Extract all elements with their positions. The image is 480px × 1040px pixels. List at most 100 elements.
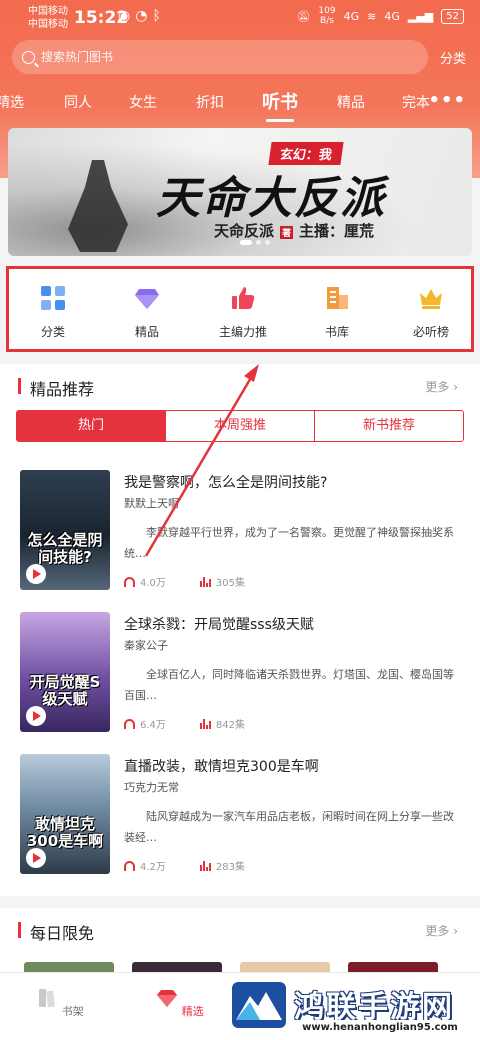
play-icon[interactable] — [26, 564, 46, 584]
quick-nav-editor-picks[interactable]: 主编力推 — [203, 285, 283, 340]
quick-nav-library[interactable]: 书库 — [297, 285, 377, 340]
banner-author-mark: 著 — [280, 225, 294, 239]
pager-dot — [256, 240, 261, 245]
book-cover[interactable]: 敢情坦克300是车啊 — [20, 754, 110, 874]
segment-hot[interactable]: 热门 — [17, 411, 166, 441]
promo-banner[interactable]: 玄幻：我 天命大反派 天命反派著主播：厘荒 — [8, 128, 472, 256]
eye-icon: ◉ — [118, 8, 136, 24]
more-link[interactable]: 更多 › — [425, 922, 458, 939]
pager-dot — [240, 240, 252, 245]
more-link[interactable]: 更多 › — [425, 378, 458, 395]
banner-title: 天命大反派 — [156, 173, 386, 224]
book-title: 我是警察啊，怎么全是阴间技能? — [124, 475, 328, 491]
free-book-thumbs — [24, 962, 438, 972]
nav-label: 书架 — [61, 1005, 84, 1018]
search-input[interactable] — [41, 50, 401, 64]
section-marker — [18, 378, 21, 394]
book-title: 全球杀戮：开局觉醒sss级天赋 — [124, 617, 314, 633]
listen-count: 4.0万 — [140, 578, 166, 589]
section-title: 每日限免 — [30, 924, 95, 943]
book-title: 直播改装，敢情坦克300是车啊 — [124, 759, 319, 775]
tab-female[interactable]: 女生 — [129, 92, 157, 112]
search-icon — [22, 50, 35, 64]
thumbs-up-icon — [232, 287, 255, 309]
tab-featured[interactable]: 精选 — [0, 92, 24, 112]
carrier-label: 中国移动 — [28, 19, 68, 30]
crown-icon — [420, 289, 442, 309]
segment-new[interactable]: 新书推荐 — [315, 411, 463, 441]
watermark-logo — [232, 982, 286, 1028]
tab-completed[interactable]: 完本 — [402, 92, 430, 112]
pager-dot — [265, 240, 270, 245]
segment-control: 热门 本周强推 新书推荐 — [16, 410, 464, 442]
chevron-right-icon: › — [453, 380, 458, 394]
book-thumb[interactable] — [240, 962, 330, 972]
play-icon[interactable] — [26, 848, 46, 868]
book-item[interactable]: 敢情坦克300是车啊 直播改装，敢情坦克300是车啊 巧克力无常 陆风穿越成为一… — [0, 754, 480, 878]
listen-count: 4.2万 — [140, 862, 166, 873]
site-watermark: 鸿联手游网 www.henanhonglian95.com — [228, 976, 476, 1036]
headphone-icon — [124, 576, 135, 587]
banner-pager — [240, 240, 270, 245]
alarm-icon: ◔ — [135, 8, 153, 24]
episode-count: 305集 — [215, 578, 245, 589]
signal-label: 4G — [343, 9, 360, 23]
diamond-icon — [135, 289, 159, 309]
featured-section: 精品推荐 更多 › 热门 本周强推 新书推荐 怎么全是阴间技能? 我是警察啊，怎… — [0, 364, 480, 896]
net-speed-value: 109 — [318, 6, 336, 16]
nav-label: 精选 — [181, 1005, 204, 1018]
book-meta: 4.0万 305集 — [124, 574, 245, 589]
nav-featured[interactable]: 精选 — [150, 987, 210, 1019]
listen-count: 6.4万 — [140, 720, 166, 731]
bookshelf-icon — [39, 989, 55, 1008]
mute-icon: 🔕︎ — [296, 9, 311, 23]
quick-nav-label: 书库 — [324, 325, 349, 339]
book-thumb[interactable] — [132, 962, 222, 972]
quick-nav-ranking[interactable]: 必听榜 — [391, 285, 471, 340]
category-link[interactable]: 分类 — [440, 48, 466, 67]
banner-author: 天命反派 — [214, 222, 275, 240]
search-bar[interactable] — [12, 40, 428, 74]
book-meta: 4.2万 283集 — [124, 858, 245, 873]
wifi-icon: ≋ — [367, 9, 377, 23]
nav-bookshelf[interactable]: 书架 — [30, 987, 90, 1019]
section-marker — [18, 922, 21, 938]
book-item[interactable]: 开局觉醒S级天赋 全球杀戮：开局觉醒sss级天赋 秦家公子 全球百亿人，同时降临… — [0, 612, 480, 736]
quick-nav-category[interactable]: 分类 — [13, 285, 93, 340]
tab-premium[interactable]: 精品 — [337, 92, 365, 112]
episode-count: 842集 — [215, 720, 245, 731]
cover-title: 开局觉醒S级天赋 — [29, 673, 101, 708]
headphone-icon — [124, 860, 135, 871]
net-speed-unit: B/s — [320, 16, 334, 26]
section-divider — [0, 896, 480, 908]
section-title: 精品推荐 — [30, 380, 95, 399]
grid-icon — [41, 286, 65, 310]
book-description: 陆风穿越成为一家汽车用品店老板，闲暇时间在网上分享一些改装经… — [124, 810, 454, 844]
book-thumb[interactable] — [348, 962, 438, 972]
bluetooth-icon: ᛒ — [152, 8, 166, 24]
play-icon[interactable] — [26, 706, 46, 726]
tab-fanfic[interactable]: 同人 — [64, 92, 92, 112]
carrier-info: 中国移动 中国移动 — [28, 5, 68, 31]
more-icon[interactable]: ••• — [428, 90, 466, 111]
book-author: 默默上天啊 — [124, 497, 179, 510]
daily-free-section: 每日限免 更多 › — [0, 908, 480, 972]
carrier-label: 中国移动 — [28, 6, 68, 17]
more-label: 更多 — [425, 924, 450, 938]
battery-icon: 52 — [441, 8, 464, 24]
episodes-icon — [199, 718, 211, 729]
building-icon — [327, 287, 348, 309]
status-bar: 中国移动 中国移动 15:22 ◉◔ᛒ 🔕︎ 109 B/s 4G ≋ 4G ▂… — [0, 0, 480, 36]
segment-weekly[interactable]: 本周强推 — [166, 411, 315, 441]
banner-credits: 天命反派著主播：厘荒 — [214, 220, 374, 241]
tab-audiobook[interactable]: 听书 — [262, 88, 298, 122]
quick-nav-premium[interactable]: 精品 — [107, 285, 187, 340]
book-author: 秦家公子 — [124, 639, 168, 652]
book-item[interactable]: 怎么全是阴间技能? 我是警察啊，怎么全是阴间技能? 默默上天啊 李默穿越平行世界… — [0, 470, 480, 594]
book-cover[interactable]: 怎么全是阴间技能? — [20, 470, 110, 590]
book-thumb[interactable] — [24, 962, 114, 972]
tab-discount[interactable]: 折扣 — [196, 92, 224, 112]
book-cover[interactable]: 开局觉醒S级天赋 — [20, 612, 110, 732]
quick-nav-label: 主编力推 — [218, 325, 267, 339]
book-description: 李默穿越平行世界，成为了一名警察。更觉醒了神级警探抽奖系统… — [124, 526, 454, 560]
